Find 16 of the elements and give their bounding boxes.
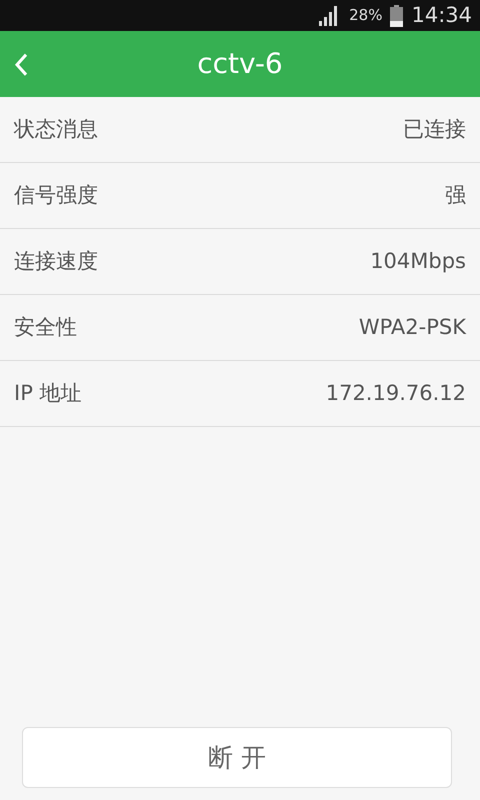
row-label: 连接速度: [14, 248, 98, 275]
header-title: cctv-6: [197, 46, 283, 82]
row-value: WPA2-PSK: [358, 314, 466, 341]
row-label: 信号强度: [14, 182, 98, 209]
row-value: 强: [445, 182, 466, 209]
row-label: 安全性: [14, 314, 77, 341]
row-label: 状态消息: [14, 116, 98, 143]
row-value: 已连接: [403, 116, 466, 143]
row-label: IP 地址: [14, 380, 82, 407]
back-button[interactable]: [14, 52, 28, 76]
row-value: 104Mbps: [370, 248, 466, 275]
clock-time: 14:34: [411, 2, 472, 29]
disconnect-button[interactable]: 断 开: [22, 727, 452, 788]
row-value: 172.19.76.12: [326, 380, 466, 407]
battery-percent: 28%: [349, 5, 382, 26]
battery-icon: [390, 4, 404, 26]
